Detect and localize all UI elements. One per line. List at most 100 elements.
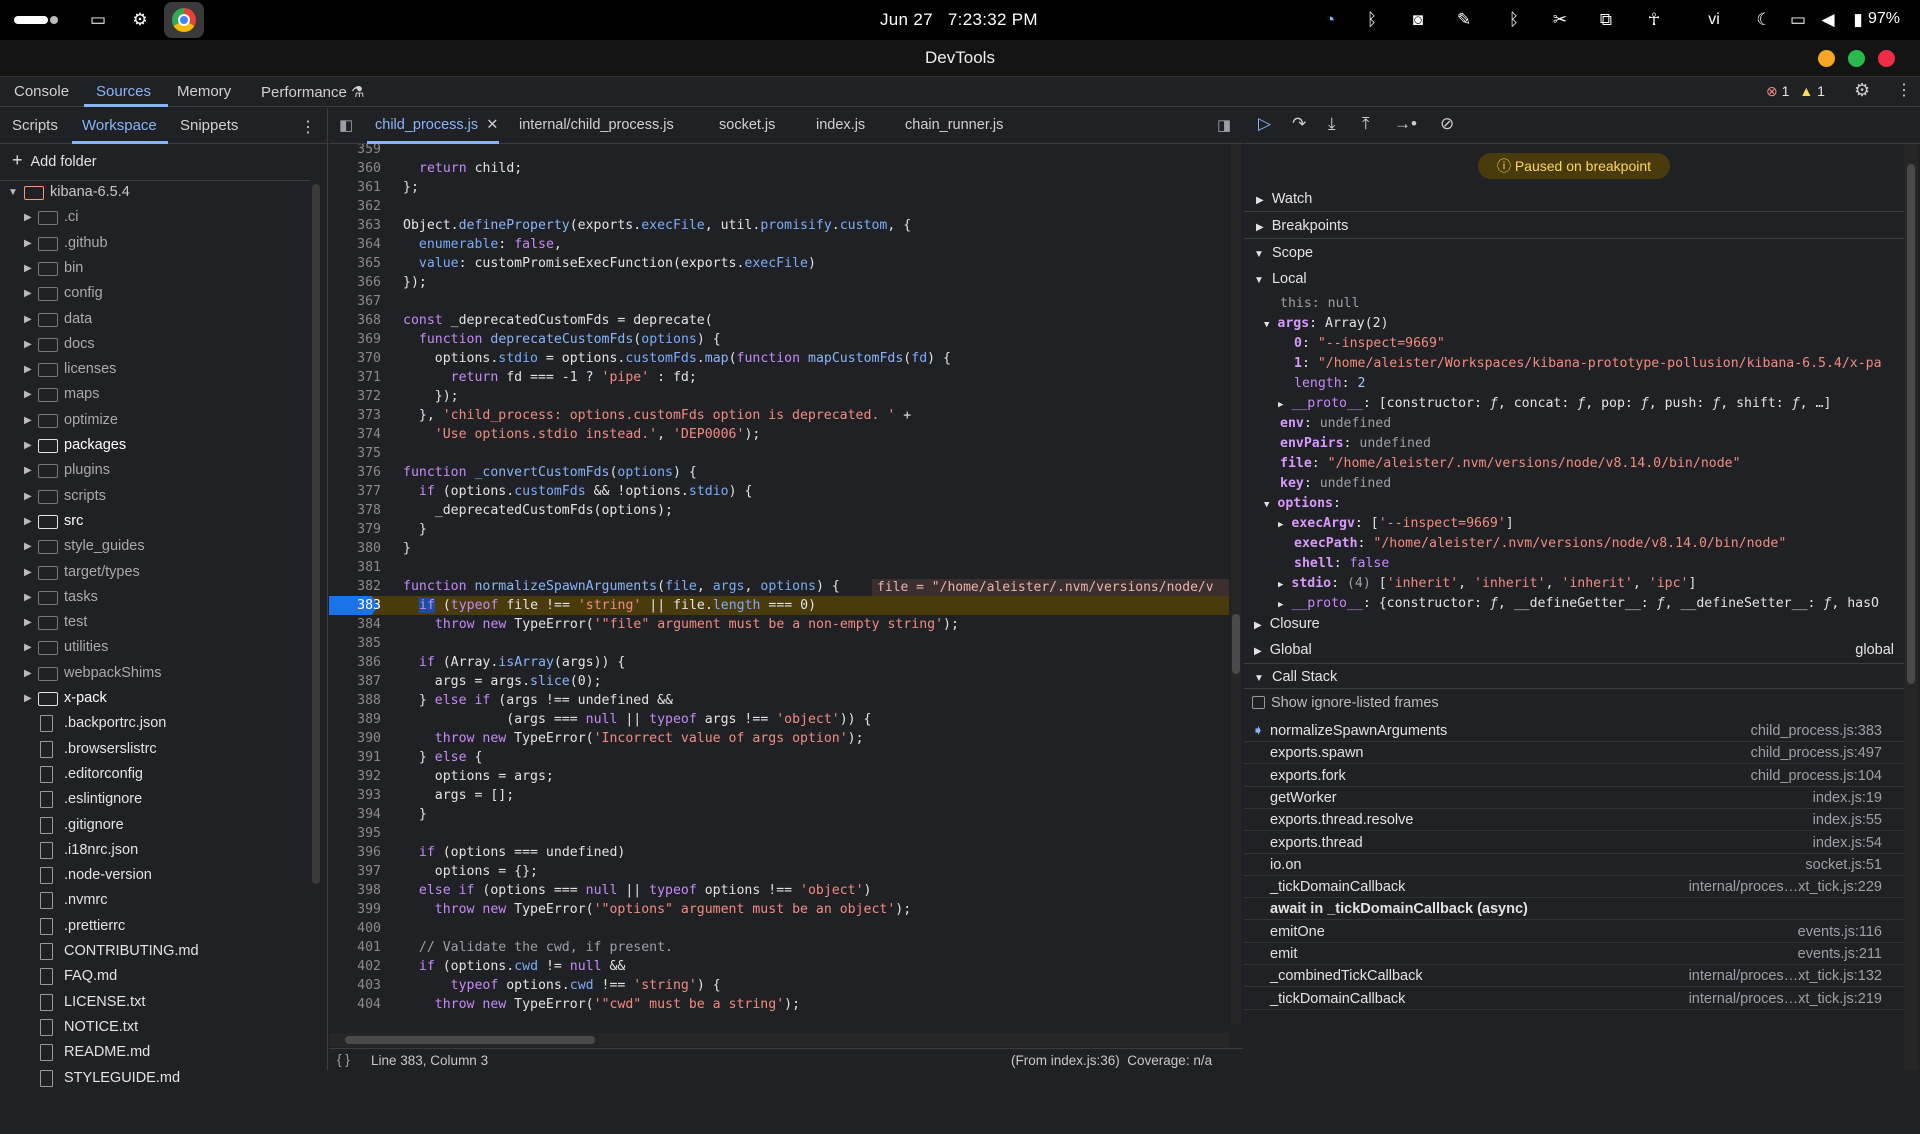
line-number[interactable]: 382 xyxy=(329,577,381,596)
scope-var[interactable]: ▶ __proto__: {constructor: ƒ, __defineGe… xyxy=(1278,594,1879,614)
settings-app-icon[interactable]: ⚙ xyxy=(128,8,152,32)
bluetooth-2-icon[interactable]: ᛒ xyxy=(1502,8,1526,32)
clock[interactable]: Jun 27 7:23:32 PM xyxy=(880,10,1038,30)
issue-counter[interactable]: ⊗ 1 ▲ 1 xyxy=(1766,83,1825,100)
close-tab-icon[interactable]: ✕ xyxy=(486,117,498,133)
activities-indicator[interactable] xyxy=(14,16,48,24)
tree-file[interactable]: CONTRIBUTING.md xyxy=(0,939,310,964)
line-number[interactable]: 401 xyxy=(329,938,381,957)
call-stack-frame[interactable]: getWorker index.js:19 xyxy=(1244,787,1904,809)
step-out-icon[interactable]: ⤒ xyxy=(1362,114,1370,134)
editor-horizontal-scrollbar[interactable] xyxy=(329,1033,1229,1047)
tree-folder[interactable]: ▶ utilities xyxy=(0,635,310,660)
tree-file[interactable]: .prettierrc xyxy=(0,914,310,939)
call-stack-frame[interactable]: exports.thread index.js:54 xyxy=(1244,832,1904,854)
tree-folder[interactable]: ▶ scripts xyxy=(0,484,310,509)
tree-folder[interactable]: ▶ target/types xyxy=(0,560,310,585)
discord-icon[interactable]: ◙ xyxy=(1406,8,1430,32)
tree-folder[interactable]: ▶ plugins xyxy=(0,458,310,483)
line-number[interactable]: 364 xyxy=(329,235,381,254)
accessibility-icon[interactable]: ☥ xyxy=(1642,8,1666,32)
line-number[interactable]: 390 xyxy=(329,729,381,748)
call-stack-frame[interactable]: emit events.js:211 xyxy=(1244,943,1904,965)
toggle-debugger-icon[interactable]: ◨ xyxy=(1217,116,1231,134)
line-number[interactable]: 395 xyxy=(329,824,381,843)
editor-tab-socket[interactable]: socket.js xyxy=(719,117,775,133)
tree-folder[interactable]: ▶ src xyxy=(0,509,310,534)
tree-folder[interactable]: ▶ x-pack xyxy=(0,686,310,711)
tree-folder[interactable]: ▶ .ci xyxy=(0,205,310,230)
line-number[interactable]: 379 xyxy=(329,520,381,539)
line-number[interactable]: 373 xyxy=(329,406,381,425)
call-stack-section-header[interactable]: ▼ Call Stack xyxy=(1244,663,1904,689)
maximize-button[interactable] xyxy=(1848,50,1865,67)
call-stack-frame[interactable]: _tickDomainCallback internal/proces…xt_ti… xyxy=(1244,988,1904,1010)
call-stack-frame[interactable]: emitOne events.js:116 xyxy=(1244,921,1904,943)
tree-file[interactable]: README.md xyxy=(0,1040,310,1065)
tree-file[interactable]: .gitignore xyxy=(0,813,310,838)
line-number[interactable]: 362 xyxy=(329,197,381,216)
tree-file[interactable]: LICENSE.txt xyxy=(0,990,310,1015)
line-number[interactable]: 381 xyxy=(329,558,381,577)
line-number[interactable]: 372 xyxy=(329,387,381,406)
chrome-app-icon[interactable] xyxy=(164,2,204,38)
tab-console[interactable]: Console xyxy=(14,83,69,100)
line-number[interactable]: 389 xyxy=(329,710,381,729)
breakpoints-section-header[interactable]: ▶ Breakpoints xyxy=(1244,213,1904,239)
tab-memory[interactable]: Memory xyxy=(177,83,231,100)
bluetooth-icon[interactable]: ᛒ xyxy=(1360,8,1384,32)
tree-file[interactable]: .node-version xyxy=(0,863,310,888)
tree-file[interactable]: STYLEGUIDE.md xyxy=(0,1066,310,1091)
line-number[interactable]: 370 xyxy=(329,349,381,368)
line-number[interactable]: 383 xyxy=(329,596,381,615)
line-number[interactable]: 376 xyxy=(329,463,381,482)
tab-performance[interactable]: Performance ⚗ xyxy=(261,83,365,101)
more-menu-icon[interactable]: ⋮ xyxy=(1896,80,1912,100)
line-number[interactable]: 371 xyxy=(329,368,381,387)
scope-var[interactable]: length: 2 xyxy=(1294,374,1365,394)
line-number[interactable]: 377 xyxy=(329,482,381,501)
tree-folder[interactable]: ▶ test xyxy=(0,610,310,635)
close-button[interactable] xyxy=(1878,50,1895,67)
volume-icon[interactable]: ◀ xyxy=(1816,8,1840,32)
line-number[interactable]: 385 xyxy=(329,634,381,653)
tree-file[interactable]: .eslintignore xyxy=(0,787,310,812)
tree-file[interactable]: .editorconfig xyxy=(0,762,310,787)
navigator-more-icon[interactable]: ⋮ xyxy=(300,117,316,137)
step-icon[interactable]: →• xyxy=(1394,114,1417,134)
line-number[interactable]: 386 xyxy=(329,653,381,672)
line-number[interactable]: 391 xyxy=(329,748,381,767)
tree-folder[interactable]: ▶ maps xyxy=(0,382,310,407)
scope-var[interactable]: 1: "/home/aleister/Workspaces/kibana-pro… xyxy=(1294,354,1882,374)
line-number[interactable]: 392 xyxy=(329,767,381,786)
tree-file[interactable]: .i18nrc.json xyxy=(0,838,310,863)
navigator-scrollbar[interactable] xyxy=(312,184,320,884)
add-folder-button[interactable]: + Add folder xyxy=(12,150,97,171)
tree-folder[interactable]: ▶ config xyxy=(0,281,310,306)
line-number[interactable]: 404 xyxy=(329,995,381,1014)
step-over-icon[interactable]: ↷ xyxy=(1292,114,1306,134)
line-number[interactable]: 378 xyxy=(329,501,381,520)
scope-var[interactable]: ▶ execArgv: ['--inspect=9669'] xyxy=(1278,514,1514,534)
line-number[interactable]: 396 xyxy=(329,843,381,862)
line-number[interactable]: 368 xyxy=(329,311,381,330)
tree-file[interactable]: .backportrc.json xyxy=(0,711,310,736)
scope-var[interactable]: ▶ __proto__: [constructor: ƒ, concat: ƒ,… xyxy=(1278,394,1831,414)
line-number[interactable]: 403 xyxy=(329,976,381,995)
line-number[interactable]: 361 xyxy=(329,178,381,197)
watch-section-header[interactable]: ▶ Watch xyxy=(1244,186,1904,212)
tree-folder[interactable]: ▶ docs xyxy=(0,332,310,357)
tree-folder[interactable]: ▶ packages xyxy=(0,433,310,458)
call-stack-frame[interactable]: exports.spawn child_process.js:497 xyxy=(1244,742,1904,765)
line-number[interactable]: 359 xyxy=(329,144,381,159)
call-stack-frame[interactable]: ➧ normalizeSpawnArguments child_process.js… xyxy=(1244,720,1904,742)
line-number[interactable]: 380 xyxy=(329,539,381,558)
tree-file[interactable]: .nvmrc xyxy=(0,888,310,913)
line-number[interactable]: 398 xyxy=(329,881,381,900)
editor-tab-index[interactable]: index.js xyxy=(816,117,865,133)
tree-folder[interactable]: ▶ .github xyxy=(0,231,310,256)
code-view[interactable]: 359 360 return child; 361}; 362 363 Object… xyxy=(329,144,1229,1134)
show-ignore-listed-checkbox[interactable]: Show ignore-listed frames xyxy=(1252,695,1439,711)
call-stack-frame[interactable]: exports.fork child_process.js:104 xyxy=(1244,765,1904,787)
sync-icon[interactable]: ◔ xyxy=(1318,8,1342,32)
